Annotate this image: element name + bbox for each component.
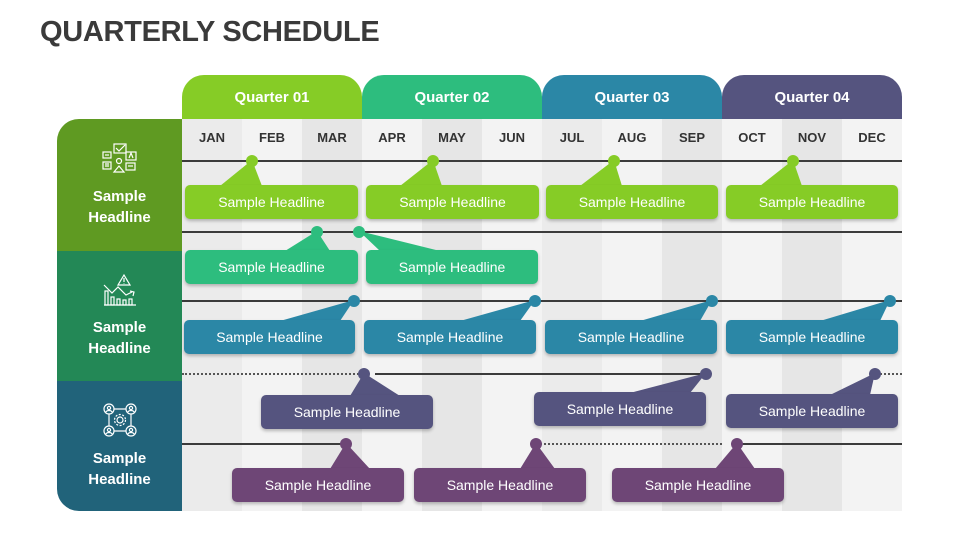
- month-column: SEP: [662, 119, 722, 511]
- month-label: AUG: [617, 129, 647, 145]
- timeline-line-5a: [182, 443, 345, 445]
- milestone-dot[interactable]: [706, 295, 718, 307]
- milestone-dot[interactable]: [884, 295, 896, 307]
- callout-box[interactable]: Sample Headline: [185, 250, 358, 284]
- quarter-header-q2: Quarter 02: [362, 75, 542, 119]
- timeline-dotted-segment: [182, 373, 362, 375]
- timeline-line-2: [182, 231, 902, 233]
- month-column: JUN: [482, 119, 542, 511]
- milestone-dot[interactable]: [340, 438, 352, 450]
- milestone-dot[interactable]: [608, 155, 620, 167]
- milestone-dot[interactable]: [869, 368, 881, 380]
- quarter-header-q1: Quarter 01: [182, 75, 362, 119]
- milestone-dot[interactable]: [353, 226, 365, 238]
- month-column: MAR: [302, 119, 362, 511]
- quarter-header-q4: Quarter 04: [722, 75, 902, 119]
- callout-box[interactable]: Sample Headline: [546, 185, 718, 219]
- month-column: FEB: [242, 119, 302, 511]
- milestone-dot[interactable]: [348, 295, 360, 307]
- month-label: JAN: [198, 129, 225, 145]
- month-label: JUL: [559, 129, 585, 145]
- month-column: APR: [362, 119, 422, 511]
- timeline-line-5b: [740, 443, 902, 445]
- page-title: QUARTERLY SCHEDULE: [40, 16, 380, 48]
- team-network-gear-icon: [102, 403, 137, 437]
- feedback-chat-icon: [101, 143, 137, 173]
- month-column: AUG: [602, 119, 662, 511]
- month-label: DEC: [858, 129, 886, 145]
- month-column: NOV: [782, 119, 842, 511]
- month-column: DEC: [842, 119, 902, 511]
- callout-box[interactable]: Sample Headline: [726, 320, 898, 354]
- month-column: MAY: [422, 119, 482, 511]
- month-label: JUN: [498, 129, 525, 145]
- callout-box[interactable]: Sample Headline: [364, 320, 536, 354]
- sidebar-label: Sample Headline: [88, 188, 151, 226]
- month-label: MAR: [317, 129, 347, 145]
- month-label: APR: [378, 129, 406, 145]
- milestone-dot[interactable]: [529, 295, 541, 307]
- milestone-dot[interactable]: [731, 438, 743, 450]
- month-column: OCT: [722, 119, 782, 511]
- timeline-dotted-segment: [880, 373, 902, 375]
- callout-box[interactable]: Sample Headline: [185, 185, 358, 219]
- month-column: JUL: [542, 119, 602, 511]
- month-label: OCT: [738, 129, 766, 145]
- callout-box[interactable]: Sample Headline: [612, 468, 784, 502]
- callout-box[interactable]: Sample Headline: [261, 395, 433, 429]
- callout-box[interactable]: Sample Headline: [184, 320, 355, 354]
- sidebar-section-2: Sample Headline: [57, 251, 182, 381]
- milestone-dot[interactable]: [700, 368, 712, 380]
- callout-box[interactable]: Sample Headline: [726, 394, 898, 428]
- month-label: FEB: [259, 129, 285, 145]
- milestone-dot[interactable]: [358, 368, 370, 380]
- callout-box[interactable]: Sample Headline: [414, 468, 586, 502]
- sidebar-section-3: Sample Headline: [57, 381, 182, 511]
- timeline-line-3: [182, 300, 902, 302]
- callout-box[interactable]: Sample Headline: [232, 468, 404, 502]
- sidebar-label: Sample Headline: [88, 319, 151, 357]
- sidebar-label: Sample Headline: [88, 450, 151, 488]
- callout-box[interactable]: Sample Headline: [534, 392, 706, 426]
- callout-box[interactable]: Sample Headline: [366, 250, 538, 284]
- risk-decline-chart-icon: [103, 273, 136, 306]
- quarter-header-q3: Quarter 03: [542, 75, 722, 119]
- sidebar-section-1: Sample Headline: [57, 119, 182, 251]
- milestone-dot[interactable]: [427, 155, 439, 167]
- milestone-dot[interactable]: [787, 155, 799, 167]
- callout-box[interactable]: Sample Headline: [545, 320, 717, 354]
- timeline-dotted-segment: [540, 443, 722, 445]
- milestone-dot[interactable]: [246, 155, 258, 167]
- milestone-dot[interactable]: [530, 438, 542, 450]
- milestone-dot[interactable]: [311, 226, 323, 238]
- month-label: NOV: [797, 129, 827, 145]
- month-label: SEP: [678, 129, 705, 145]
- timeline-line-4: [375, 373, 705, 375]
- callout-box[interactable]: Sample Headline: [726, 185, 898, 219]
- callout-box[interactable]: Sample Headline: [366, 185, 539, 219]
- month-column: JAN: [182, 119, 242, 511]
- schedule-grid: JAN FEB MAR APR MAY JUN JUL AUG SEP OCT …: [182, 119, 902, 511]
- month-label: MAY: [438, 129, 466, 145]
